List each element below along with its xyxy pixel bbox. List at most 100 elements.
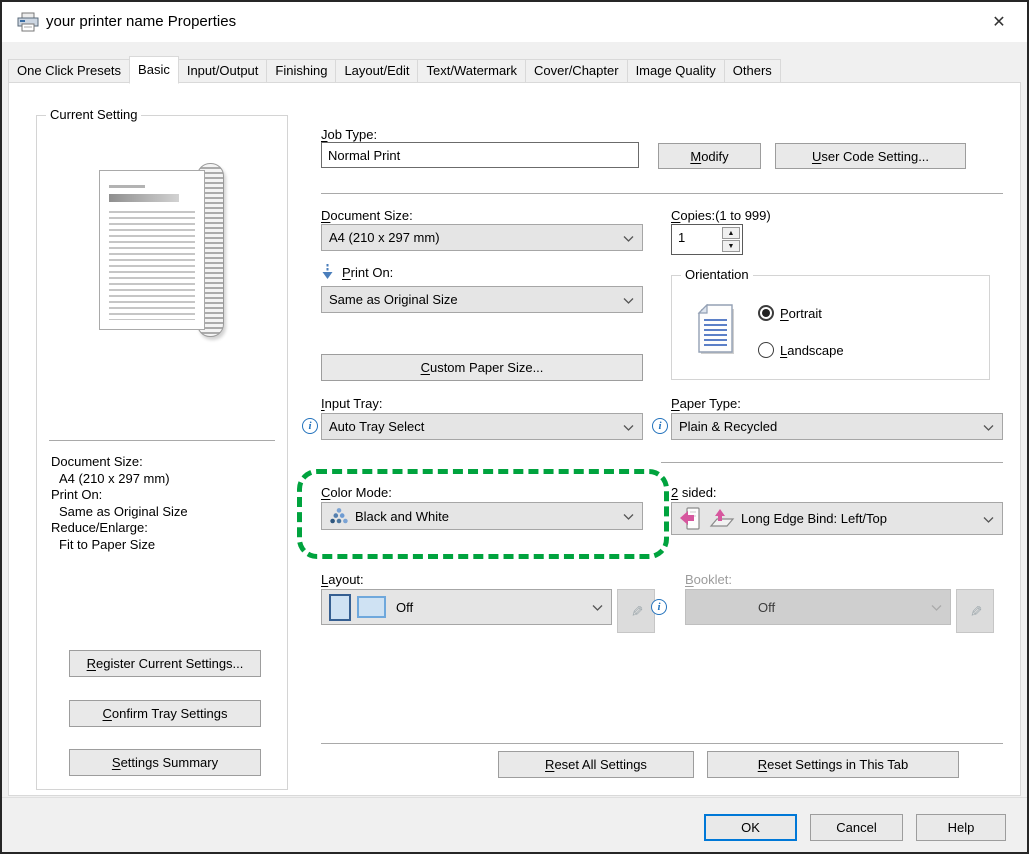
two-sided-value: Long Edge Bind: Left/Top [741,511,887,526]
job-type-label: Job Type: [321,127,377,142]
reset-settings-in-tab-button[interactable]: Reset Settings in This Tab [707,751,959,778]
booklet-details-button: ✎ [956,589,994,633]
input-tray-value: Auto Tray Select [329,419,424,434]
copies-spinner[interactable]: 1 ▲ ▼ [671,224,743,255]
summary-document-size-value: A4 (210 x 297 mm) [51,471,188,488]
copies-increment-button[interactable]: ▲ [722,227,740,239]
color-mode-label: Color Mode: [321,485,392,500]
job-type-divider [321,193,1003,194]
tab-image-quality[interactable]: Image Quality [627,59,725,83]
two-sided-label: 2 sided: [671,485,717,500]
document-preview-image [87,158,247,343]
layout-portrait-page-icon [329,594,351,621]
duplex-bind-icon [707,507,735,531]
input-tray-info-icon: i [302,418,318,434]
pencil-icon: ✎ [966,605,984,618]
paper-type-label: Paper Type: [671,396,741,411]
right-column-divider [661,462,1003,463]
current-setting-divider [49,440,275,441]
duplex-flip-icon [679,506,701,532]
copies-decrement-button[interactable]: ▼ [722,240,740,252]
chevron-down-icon [983,511,994,526]
print-on-select[interactable]: Same as Original Size [321,286,643,313]
chevron-down-icon [623,509,634,524]
summary-print-on-value: Same as Original Size [51,504,188,521]
orientation-group: Orientation Portrait [671,275,990,380]
basic-tab-page: Current Setting Document Size: A4 (210 x… [8,82,1021,796]
help-button[interactable]: Help [916,814,1006,841]
reset-divider [321,743,1003,744]
print-on-value: Same as Original Size [329,292,458,307]
document-size-select[interactable]: A4 (210 x 297 mm) [321,224,643,251]
window-title: your printer name Properties [46,13,236,30]
portrait-radio[interactable] [758,305,774,321]
tab-others[interactable]: Others [724,59,781,83]
tab-finishing[interactable]: Finishing [266,59,336,83]
settings-summary-button[interactable]: Settings Summary [69,749,261,776]
document-size-value: A4 (210 x 297 mm) [329,230,440,245]
title-bar: your printer name Properties ✕ [2,2,1027,42]
user-code-setting-button[interactable]: User Code Setting... [775,143,966,169]
chevron-down-icon [931,600,942,615]
reset-all-settings-button[interactable]: Reset All Settings [498,751,694,778]
spin-up-icon: ▲ [728,230,735,237]
booklet-label: Booklet: [685,572,732,587]
printer-icon [16,12,40,35]
copies-label: Copies:(1 to 999) [671,208,771,223]
portrait-radio-label[interactable]: Portrait [780,306,822,321]
landscape-radio-label[interactable]: Landscape [780,343,844,358]
job-type-input[interactable] [321,142,639,168]
layout-select[interactable]: Off [321,589,612,625]
chevron-down-icon [623,292,634,307]
input-tray-select[interactable]: Auto Tray Select [321,413,643,440]
paper-type-info-icon: i [652,418,668,434]
document-size-label: Document Size: [321,208,413,223]
summary-document-size-label: Document Size: [51,454,188,471]
paper-type-select[interactable]: Plain & Recycled [671,413,1003,440]
print-on-arrow-icon [321,263,334,283]
tab-layout-edit[interactable]: Layout/Edit [335,59,418,83]
close-icon: ✕ [992,12,1005,32]
chevron-down-icon [623,419,634,434]
current-setting-group: Current Setting Document Size: A4 (210 x… [36,115,288,790]
booklet-select: Off [685,589,951,625]
two-sided-select[interactable]: Long Edge Bind: Left/Top [671,502,1003,535]
printer-properties-dialog: your printer name Properties ✕ One Click… [0,0,1029,854]
tab-strip: One Click Presets Basic Input/Output Fin… [8,42,1021,83]
color-mode-select[interactable]: Black and White [321,502,643,530]
booklet-info-icon: i [651,599,667,615]
confirm-tray-settings-button[interactable]: Confirm Tray Settings [69,700,261,727]
chevron-down-icon [983,419,994,434]
chevron-down-icon [592,600,603,615]
print-on-label: Print On: [342,265,393,280]
tab-one-click-presets[interactable]: One Click Presets [8,59,130,83]
portrait-page-icon [696,304,736,359]
paper-type-value: Plain & Recycled [679,419,777,434]
ok-button[interactable]: OK [704,814,797,841]
footer-divider [2,797,1027,798]
chevron-down-icon [623,230,634,245]
register-current-settings-button[interactable]: Register Current Settings... [69,650,261,677]
close-button[interactable]: ✕ [981,8,1017,36]
landscape-radio[interactable] [758,342,774,358]
color-mode-value: Black and White [355,509,449,524]
layout-landscape-page-icon [357,596,386,618]
layout-label: Layout: [321,572,364,587]
layout-value: Off [396,600,413,615]
tab-text-watermark[interactable]: Text/Watermark [417,59,526,83]
tab-basic[interactable]: Basic [129,56,179,84]
tab-cover-chapter[interactable]: Cover/Chapter [525,59,628,83]
layout-details-button: ✎ [617,589,655,633]
custom-paper-size-button[interactable]: Custom Paper Size... [321,354,643,381]
spin-down-icon: ▼ [728,243,735,250]
summary-print-on-label: Print On: [51,487,188,504]
orientation-group-label: Orientation [681,267,753,282]
modify-button[interactable]: Modify [658,143,761,169]
cancel-button[interactable]: Cancel [810,814,903,841]
summary-reduce-enlarge-value: Fit to Paper Size [51,537,188,554]
summary-reduce-enlarge-label: Reduce/Enlarge: [51,520,188,537]
tab-input-output[interactable]: Input/Output [178,59,268,83]
color-dots-icon [329,507,349,525]
current-setting-group-label: Current Setting [46,107,141,122]
input-tray-label: Input Tray: [321,396,382,411]
